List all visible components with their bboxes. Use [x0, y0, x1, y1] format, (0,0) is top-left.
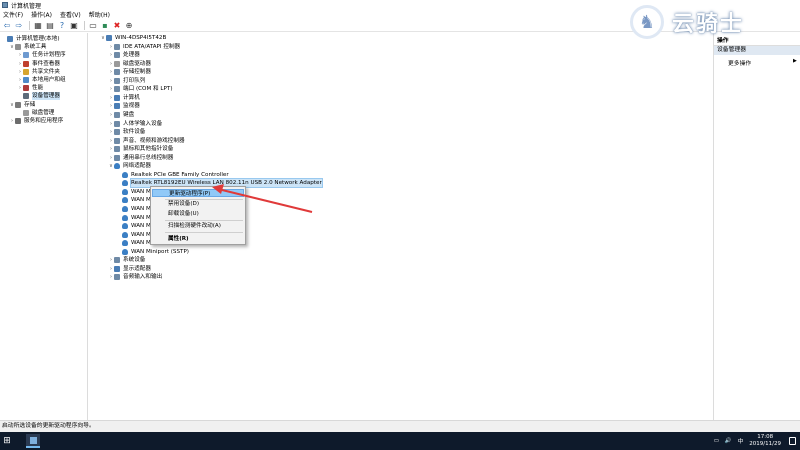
- taskbar-app-computer-management[interactable]: [26, 434, 40, 448]
- clock-date: 2019/11/29: [749, 441, 781, 447]
- status-bar: 启动所选设备的更新驱动程序向导。: [0, 420, 800, 432]
- clock-time: 17:08: [757, 434, 774, 440]
- windows-start-icon[interactable]: ⊞: [0, 432, 14, 450]
- taskbar: ⊞ ▭ 🔊 中 17:08 2019/11/29: [0, 432, 800, 450]
- system-tray: ▭ 🔊 中 17:08 2019/11/29: [708, 433, 796, 449]
- network-icon[interactable]: ▭: [714, 438, 719, 444]
- volume-icon[interactable]: 🔊: [725, 438, 732, 444]
- annotation-arrow: [212, 184, 313, 213]
- clock[interactable]: 17:08 2019/11/29: [749, 434, 781, 448]
- computer-management-icon: [29, 436, 37, 444]
- ime-indicator[interactable]: 中: [738, 437, 744, 445]
- notification-icon[interactable]: [789, 437, 796, 445]
